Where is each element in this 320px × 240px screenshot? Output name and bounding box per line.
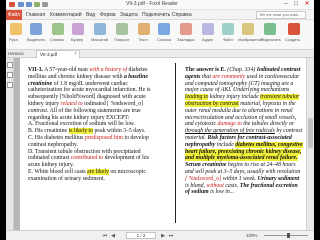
select-tool-icon[interactable] bbox=[30, 23, 42, 35]
question-stem: VII-3. A 57-year-old man with a history … bbox=[28, 67, 157, 121]
highlight: leading to bbox=[185, 94, 209, 101]
answer-explanation: The answer is E. (Chap. 334) Iodinated c… bbox=[185, 67, 303, 196]
highlight: is likely to bbox=[68, 128, 94, 135]
zoom-label: Масштаб bbox=[91, 37, 109, 42]
bookmark-icon[interactable] bbox=[180, 23, 192, 35]
red-text: damage to bbox=[217, 121, 242, 128]
image-label: Изображение bbox=[238, 37, 264, 42]
hand-tool-label: Рука bbox=[9, 37, 18, 42]
answer-choice-e: E. White blood cell casts are likely on … bbox=[28, 168, 146, 182]
minimize-button[interactable]: – bbox=[282, 1, 290, 8]
close-button[interactable]: ✕ bbox=[303, 1, 311, 8]
tell-me-input[interactable]: Tell me what you want... bbox=[256, 11, 306, 19]
ribbon-tabs: Файл Главная Комментарий Вид Форма Защит… bbox=[6, 10, 314, 20]
previous-page-button[interactable]: ◀ bbox=[110, 233, 116, 239]
close-tab-icon[interactable]: × bbox=[74, 51, 77, 58]
print-icon[interactable] bbox=[34, 2, 40, 7]
hand-tool-icon[interactable] bbox=[10, 23, 22, 35]
sign-label: Подписать bbox=[261, 37, 281, 42]
highlight: are likely bbox=[87, 168, 109, 175]
zoom-slider-knob[interactable] bbox=[286, 233, 290, 238]
answer-choice-a: A. Fractional excretion of sodium will b… bbox=[28, 121, 136, 128]
red-text: [ %ndsword_o] bbox=[185, 175, 222, 182]
red-text: related to bbox=[60, 100, 83, 107]
first-page-button[interactable]: ⏮ bbox=[102, 233, 108, 239]
select-tool-label: Выделить bbox=[27, 37, 46, 42]
snapshot-icon[interactable] bbox=[52, 23, 64, 35]
answer-choice-c: C. His diabetes mellitus predisposed him… bbox=[28, 134, 149, 148]
link-icon[interactable] bbox=[158, 23, 170, 35]
question-column: VII-3. A 57-year-old man with a history … bbox=[28, 67, 157, 183]
question-number: VII-3. bbox=[28, 67, 43, 73]
last-page-button[interactable]: ⏭ bbox=[168, 233, 174, 239]
create-pdf-label: Создать bbox=[285, 37, 301, 42]
navigation-sidebar bbox=[6, 58, 14, 230]
answer-column: The answer is E. (Chap. 334) Iodinated c… bbox=[185, 67, 303, 196]
red-text: are commonly bbox=[212, 73, 246, 80]
red-text: with a history of bbox=[89, 67, 128, 73]
red-text: contributed to bbox=[70, 155, 104, 162]
text-tool-label: Текст bbox=[138, 37, 149, 42]
audio-icon[interactable] bbox=[202, 23, 214, 35]
image-icon[interactable] bbox=[242, 23, 254, 35]
document-tab-label: VII-3.pdf bbox=[40, 52, 58, 57]
start-tab[interactable]: Начало bbox=[8, 51, 24, 56]
foxit-window: VII-3.pdf - Foxit Reader – □ ✕ Файл Глав… bbox=[6, 0, 314, 240]
pages-panel-icon[interactable] bbox=[7, 72, 13, 78]
pdf-page[interactable]: VII-3. A 57-year-old man with a history … bbox=[20, 58, 306, 230]
clipboard-label: Буфер bbox=[71, 37, 84, 42]
zoom-slider[interactable] bbox=[264, 233, 308, 238]
sign-icon[interactable] bbox=[264, 23, 276, 35]
column-divider bbox=[175, 63, 176, 223]
rotate-icon[interactable] bbox=[116, 23, 128, 35]
app-logo-icon bbox=[9, 2, 15, 7]
status-bar: ⏮ ◀ 1 / 2 ▶ ⏭ 100% bbox=[6, 230, 314, 240]
vertical-scrollbar[interactable] bbox=[306, 58, 314, 230]
question-text: A 57-year-old man bbox=[42, 67, 90, 73]
toolbar: Рука Выделить Снимок Буфер Масштаб Повор… bbox=[6, 20, 314, 50]
answer-lead: The answer is E. bbox=[185, 67, 226, 73]
attach-file-icon[interactable] bbox=[222, 23, 234, 35]
text-tool-icon[interactable] bbox=[138, 23, 150, 35]
attach-file-label: Файл bbox=[223, 37, 233, 42]
undo-icon[interactable] bbox=[42, 2, 48, 7]
open-icon[interactable] bbox=[18, 2, 24, 7]
audio-label: Аудио bbox=[202, 37, 214, 42]
page-number-field[interactable]: 1 / 2 bbox=[126, 232, 156, 239]
bookmark-label: Закладка bbox=[177, 37, 195, 42]
red-text: without bbox=[206, 182, 224, 189]
bookmarks-panel-icon[interactable] bbox=[7, 62, 13, 68]
tab-help[interactable]: Справка bbox=[172, 12, 192, 18]
scrollbar-thumb[interactable] bbox=[308, 118, 313, 148]
link-label: Ссылка bbox=[157, 37, 172, 42]
tab-connect[interactable]: Подключить bbox=[142, 12, 170, 18]
answer-choice-b: B. His creatinine is likely to peak with… bbox=[28, 128, 146, 135]
title-bar: VII-3.pdf - Foxit Reader – □ ✕ bbox=[6, 0, 314, 10]
tab-home[interactable]: Главная bbox=[26, 12, 45, 18]
next-page-button[interactable]: ▶ bbox=[160, 233, 166, 239]
tab-comment[interactable]: Комментарий bbox=[50, 12, 82, 18]
create-pdf-icon[interactable] bbox=[288, 23, 300, 35]
document-tab[interactable]: VII-3.pdf × bbox=[36, 50, 80, 58]
rotate-label: Поворот bbox=[114, 37, 130, 42]
red-text: predisposed him bbox=[84, 134, 124, 141]
zoom-level: 100% bbox=[246, 233, 258, 238]
tab-form[interactable]: Форма bbox=[100, 12, 116, 18]
maximize-button[interactable]: □ bbox=[292, 1, 300, 8]
snapshot-label: Снимок bbox=[50, 37, 65, 42]
document-tabs: Начало VII-3.pdf × bbox=[6, 50, 314, 58]
clipboard-icon[interactable] bbox=[72, 23, 84, 35]
save-icon[interactable] bbox=[26, 2, 32, 7]
answer-choice-d: D. Transient tubule obstruction with pre… bbox=[28, 148, 150, 169]
zoom-icon[interactable] bbox=[94, 23, 106, 35]
comments-panel-icon[interactable] bbox=[7, 82, 13, 88]
question-text: iodinated [ %ndsword_o] bbox=[82, 100, 144, 107]
window-title: VII-3.pdf - Foxit Reader bbox=[126, 1, 178, 7]
file-tab[interactable]: Файл bbox=[6, 10, 22, 20]
tab-protect[interactable]: Защита bbox=[120, 12, 138, 18]
tab-view[interactable]: Вид bbox=[86, 12, 95, 18]
document-view[interactable]: VII-3. A 57-year-old man with a history … bbox=[14, 58, 306, 230]
emphasis-text: contrast bbox=[28, 107, 48, 114]
